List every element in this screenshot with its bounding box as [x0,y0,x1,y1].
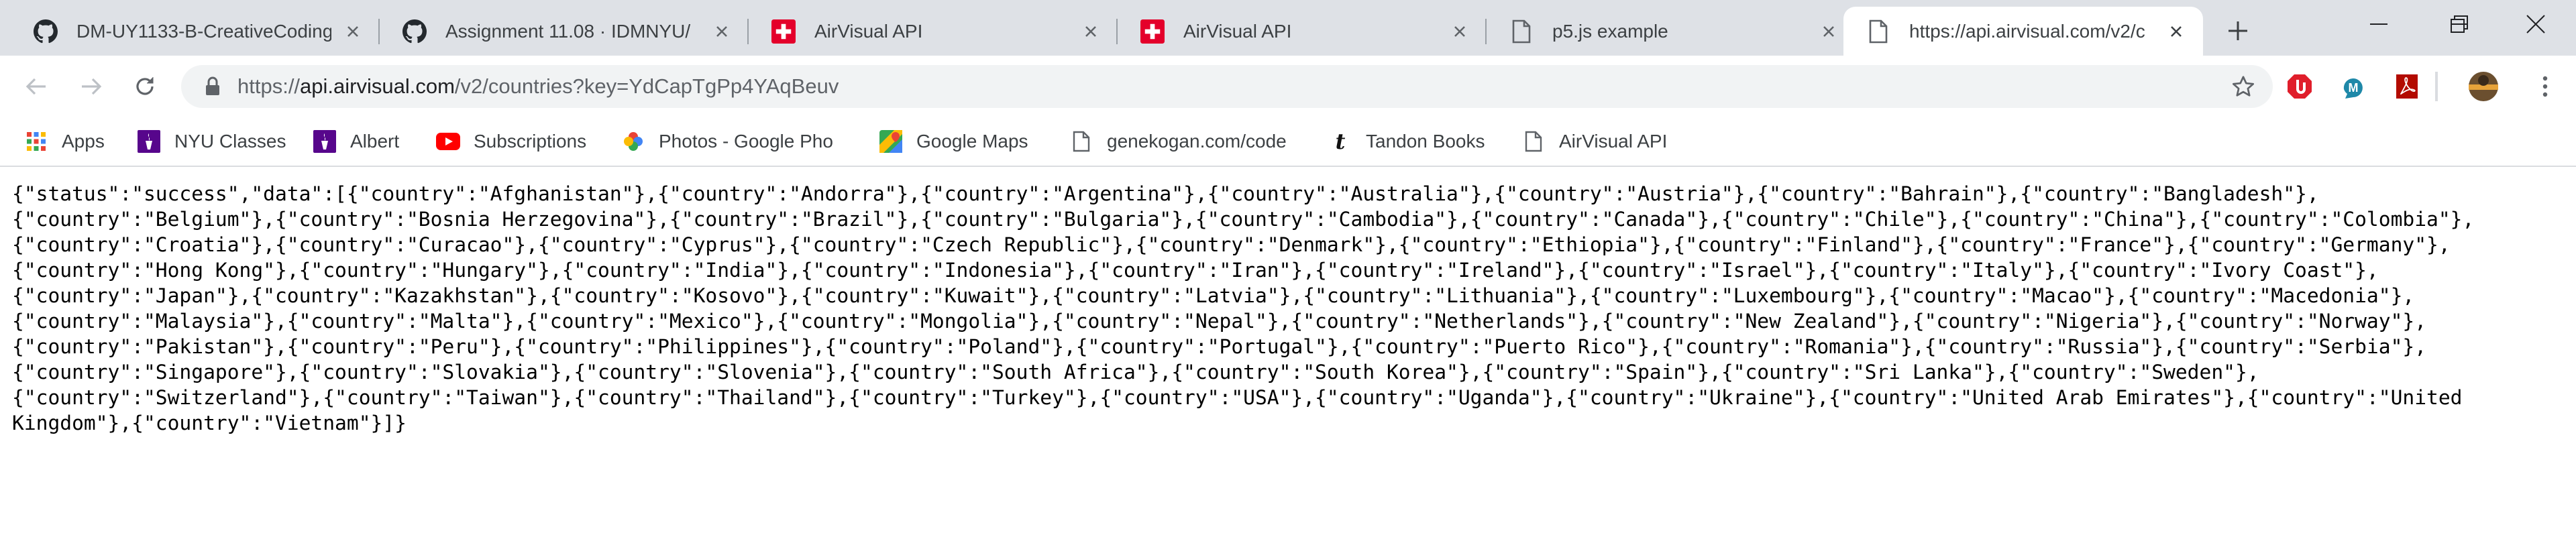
close-icon[interactable] [708,18,735,45]
address-bar[interactable]: https://api.airvisual.com/v2/countries?k… [181,65,2273,108]
bookmark-label: Tandon Books [1366,131,1485,152]
tab-strip: DM-UY1133-B-CreativeCoding Assignment 11… [0,0,2576,56]
new-tab-button[interactable] [2219,12,2257,50]
lock-icon[interactable] [201,75,224,98]
adblock-extension-icon[interactable] [2284,70,2316,103]
bookmark-label: Apps [62,131,105,152]
pdf-extension-icon[interactable] [2391,70,2423,103]
chrome-menu-button[interactable] [2529,70,2561,103]
tab-6-active[interactable]: https://api.airvisual.com/v2/c [1843,7,2203,56]
toolbar: https://api.airvisual.com/v2/countries?k… [0,56,2576,117]
json-response-text: {"status":"success","data":[{"country":"… [12,182,2475,434]
tab-title: DM-UY1133-B-CreativeCoding [76,20,331,42]
tab-3[interactable]: AirVisual API [749,7,1118,56]
bookmark-label: NYU Classes [174,131,286,152]
close-icon[interactable] [1815,18,1842,45]
swiss-flag-icon [770,18,797,45]
close-icon[interactable] [2163,18,2190,45]
reload-button[interactable] [125,66,165,107]
bookmark-label: AirVisual API [1559,131,1668,152]
tab-1[interactable]: DM-UY1133-B-CreativeCoding [11,7,380,56]
close-icon[interactable] [1446,18,1473,45]
bookmark-apps[interactable]: Apps [24,128,105,155]
svg-text:t: t [1336,130,1346,153]
url-scheme: https:// [237,74,301,98]
tab-title: Assignment 11.08 · IDMNYU/ [445,20,691,42]
toolbar-divider [2435,72,2438,101]
minimize-button-real[interactable] [2339,0,2419,48]
bookmark-genekogan[interactable]: genekogan.com/code [1069,128,1297,155]
bookmark-label: Photos - Google Pho [659,131,833,152]
back-button[interactable] [16,66,56,107]
close-icon[interactable] [339,18,366,45]
document-icon [1521,129,1546,154]
google-maps-icon [879,129,903,154]
url-path: /v2/countries?key=YdCapTgPp4YAqBeuv [454,74,839,98]
document-icon [1069,129,1093,154]
bookmark-label: Google Maps [916,131,1028,152]
bookmark-albert[interactable]: Albert [313,128,399,155]
bookmark-tandon-books[interactable]: t Tandon Books [1328,128,1485,155]
github-icon [401,18,428,45]
tab-2[interactable]: Assignment 11.08 · IDMNYU/ [380,7,749,56]
url-text[interactable]: https://api.airvisual.com/v2/countries?k… [237,74,839,99]
tab-title: p5.js example [1552,20,1668,42]
svg-text:M: M [2349,81,2359,95]
forward-button[interactable] [71,66,111,107]
bookmark-subscriptions[interactable]: Subscriptions [436,128,586,155]
restore-button[interactable] [2419,0,2500,48]
bookmarks-bar: Apps NYU Classes Albert Subscriptions Ph… [0,117,2576,167]
nyu-torch-icon [137,129,161,154]
youtube-icon [436,129,460,154]
close-icon[interactable] [1077,18,1104,45]
m-extension-icon[interactable]: M [2337,70,2369,103]
document-icon [1508,18,1535,45]
bookmark-label: Subscriptions [474,131,587,152]
bookmark-airvisual-api[interactable]: AirVisual API [1521,128,1667,155]
tab-title: AirVisual API [814,20,923,42]
tab-title: AirVisual API [1183,20,1292,42]
close-window-button[interactable] [2496,0,2576,48]
bookmark-label: genekogan.com/code [1107,131,1287,152]
profile-avatar[interactable] [2467,70,2500,103]
bookmark-google-maps[interactable]: Google Maps [879,128,1028,155]
bookmark-nyu-classes[interactable]: NYU Classes [137,128,286,155]
document-icon [1865,18,1892,45]
swiss-flag-icon [1139,18,1166,45]
nyu-torch-icon [313,129,337,154]
google-photos-icon [621,129,645,154]
apps-grid-icon [24,129,48,154]
github-icon [32,18,59,45]
tab-4[interactable]: AirVisual API [1118,7,1487,56]
bookmark-google-photos[interactable]: Photos - Google Pho [621,128,849,155]
tab-5[interactable]: p5.js example [1487,7,1856,56]
url-host: api.airvisual.com [300,74,455,98]
tandon-t-icon: t [1328,129,1352,154]
tab-title: https://api.airvisual.com/v2/c [1909,20,2145,42]
bookmark-star-icon[interactable] [2230,73,2257,100]
bookmark-label: Albert [350,131,400,152]
